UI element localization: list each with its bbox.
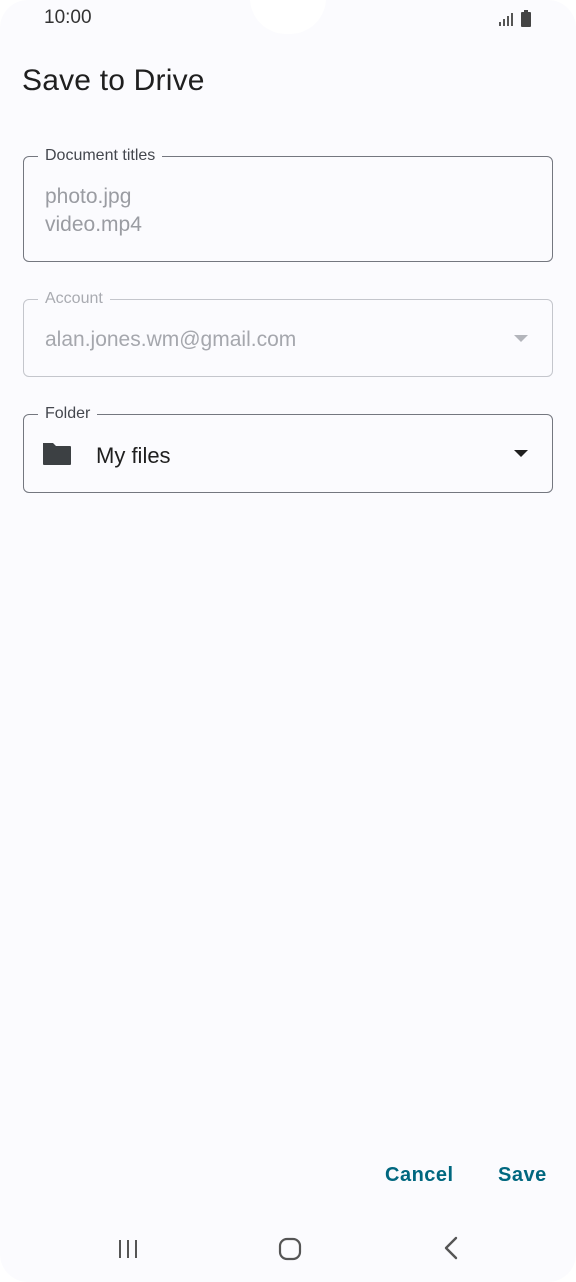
navigation-bar bbox=[0, 1222, 576, 1278]
status-bar: 10:00 bbox=[0, 0, 576, 38]
signal-icon bbox=[499, 13, 513, 26]
home-icon[interactable] bbox=[277, 1236, 303, 1262]
dropdown-arrow-icon bbox=[514, 335, 528, 342]
status-time: 10:00 bbox=[44, 7, 92, 28]
folder-value: My files bbox=[96, 443, 171, 468]
document-title-line: photo.jpg bbox=[45, 185, 132, 208]
folder-label: Folder bbox=[38, 404, 98, 424]
document-titles-label: Document titles bbox=[38, 146, 163, 166]
camera-notch bbox=[250, 0, 326, 34]
document-title-line: video.mp4 bbox=[45, 213, 142, 236]
recents-icon[interactable] bbox=[116, 1238, 140, 1260]
account-value: alan.jones.wm@gmail.com bbox=[45, 328, 297, 351]
back-icon[interactable] bbox=[441, 1235, 461, 1261]
account-dropdown: Account alan.jones.wm@gmail.com bbox=[23, 289, 553, 377]
cancel-button[interactable]: Cancel bbox=[385, 1164, 454, 1187]
save-to-drive-screen: 10:00 Save to Drive Document titles phot… bbox=[0, 0, 576, 1282]
dialog-title: Save to Drive bbox=[22, 64, 205, 97]
save-button[interactable]: Save bbox=[498, 1164, 547, 1187]
battery-icon bbox=[521, 10, 531, 27]
document-titles-field[interactable]: Document titles photo.jpg video.mp4 bbox=[23, 146, 553, 262]
folder-dropdown[interactable]: Folder My files bbox=[23, 404, 553, 493]
account-label: Account bbox=[38, 289, 110, 309]
folder-icon bbox=[43, 443, 71, 465]
dropdown-arrow-icon[interactable] bbox=[514, 450, 528, 457]
